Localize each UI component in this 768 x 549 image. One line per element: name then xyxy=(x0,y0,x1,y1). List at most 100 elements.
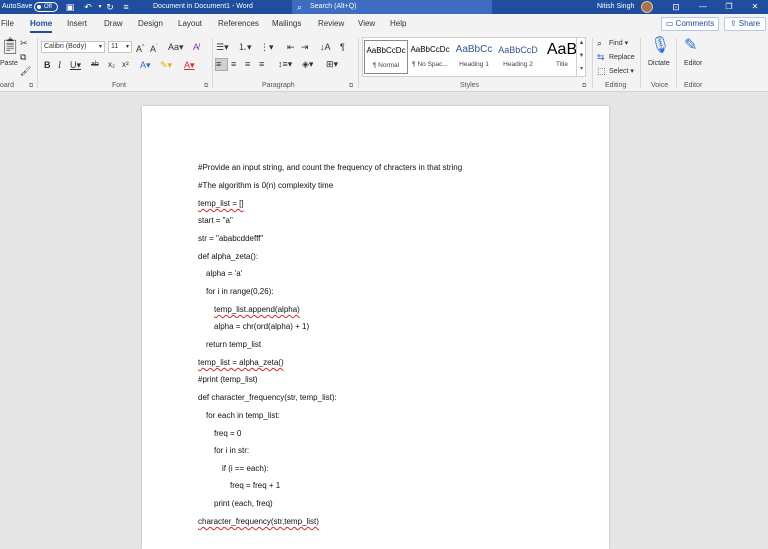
subscript-icon[interactable]: x₂ xyxy=(108,59,115,71)
sort-icon[interactable]: ↓A xyxy=(320,41,331,53)
find-icon[interactable]: ⌕ xyxy=(597,37,602,49)
document-line[interactable]: character_frequency(str,temp_list) xyxy=(198,517,319,527)
font-color-icon[interactable]: A▾ xyxy=(184,59,195,71)
microphone-icon[interactable]: 🎙︎ xyxy=(650,37,670,55)
align-center-icon[interactable]: ≡ xyxy=(231,58,236,70)
styles-scroll[interactable]: ▲ ▼ ▾ xyxy=(576,37,586,77)
user-name[interactable]: Nitish Singh xyxy=(597,2,634,12)
document-line[interactable]: alpha = chr(ord(alpha) + 1) xyxy=(214,322,309,332)
superscript-icon[interactable]: x² xyxy=(122,59,129,71)
more-styles-icon[interactable]: ▾ xyxy=(577,63,586,76)
close-icon[interactable]: ✕ xyxy=(740,0,768,14)
bullets-icon[interactable]: ☰▾ xyxy=(216,41,229,53)
tab-design[interactable]: Design xyxy=(138,19,163,29)
comments-button[interactable]: ▭ Comments xyxy=(661,17,719,31)
numbering-icon[interactable]: ⒈▾ xyxy=(238,41,252,53)
increase-indent-icon[interactable]: ⇥ xyxy=(301,41,309,53)
paste-icon[interactable]: 📋︎ xyxy=(0,38,20,56)
tab-mailings[interactable]: Mailings xyxy=(272,19,301,29)
align-left-icon[interactable]: ≡ xyxy=(216,58,221,70)
editor-icon[interactable]: ✎ xyxy=(684,37,697,55)
strikethrough-icon[interactable]: ab xyxy=(91,59,99,71)
borders-icon[interactable]: ⊞▾ xyxy=(326,58,338,70)
document-line[interactable]: print (each, freq) xyxy=(214,499,273,509)
italic-icon[interactable]: I xyxy=(58,59,61,71)
decrease-indent-icon[interactable]: ⇤ xyxy=(287,41,295,53)
select-label[interactable]: Select ▾ xyxy=(609,67,634,76)
font-size-select[interactable]: 11 ▾ xyxy=(108,41,132,53)
redo-icon[interactable]: ↻ xyxy=(104,1,116,13)
share-button[interactable]: ⇪ Share xyxy=(724,17,766,31)
document-line[interactable]: freq = 0 xyxy=(214,429,241,439)
document-line[interactable]: alpha = 'a' xyxy=(206,269,242,279)
styles-launcher-icon[interactable]: ⧉ xyxy=(582,82,586,90)
font-name-select[interactable]: Calibri (Body) ▾ xyxy=(41,41,105,53)
highlight-color-icon[interactable]: ✎▾ xyxy=(160,59,172,71)
tab-insert[interactable]: Insert xyxy=(67,19,87,29)
document-line[interactable]: for each in temp_list: xyxy=(206,411,280,421)
tab-file[interactable]: File xyxy=(1,19,14,29)
undo-icon[interactable]: ↶ xyxy=(82,1,94,13)
document-line[interactable]: start = "a" xyxy=(198,216,233,226)
chevron-up-icon[interactable]: ▲ xyxy=(577,37,586,50)
document-line[interactable]: str = "ababcddefff" xyxy=(198,234,263,244)
shading-icon[interactable]: ◈▾ xyxy=(302,58,313,70)
paragraph-launcher-icon[interactable]: ⧉ xyxy=(349,82,353,90)
tab-references[interactable]: References xyxy=(218,19,259,29)
document-line[interactable]: temp_list = [] xyxy=(198,199,244,209)
find-label[interactable]: Find ▾ xyxy=(609,39,628,48)
replace-label[interactable]: Replace xyxy=(609,53,635,62)
editor-label[interactable]: Editor xyxy=(684,59,702,68)
document-line[interactable]: temp_list.append(alpha) xyxy=(214,305,300,315)
tab-help[interactable]: Help xyxy=(390,19,406,29)
document-line[interactable]: temp_list = alpha_zeta() xyxy=(198,358,284,368)
align-right-icon[interactable]: ≡ xyxy=(245,58,250,70)
document-line[interactable]: #print (temp_list) xyxy=(198,375,258,385)
document-page[interactable]: #Provide an input string, and count the … xyxy=(142,106,609,549)
document-line[interactable]: for i in range(0,26): xyxy=(206,287,274,297)
save-icon[interactable]: ▣ xyxy=(64,1,76,13)
change-case-icon[interactable]: Aa▾ xyxy=(168,41,184,53)
style-normal[interactable]: AaBbCcDc ¶ Normal xyxy=(364,40,408,74)
tab-layout[interactable]: Layout xyxy=(178,19,202,29)
bold-icon[interactable]: B xyxy=(44,59,51,71)
format-painter-icon[interactable]: 🖌︎ xyxy=(20,65,31,77)
avatar[interactable] xyxy=(641,1,653,13)
paste-label[interactable]: Paste xyxy=(0,59,18,68)
document-line[interactable]: #The algorithm is 0(n) complexity time xyxy=(198,181,333,191)
shrink-font-icon[interactable]: Aˇ xyxy=(150,41,158,55)
text-effects-icon[interactable]: A▾ xyxy=(140,59,151,71)
font-launcher-icon[interactable]: ⧉ xyxy=(204,82,208,90)
select-icon[interactable]: ⬚ xyxy=(597,65,606,77)
grow-font-icon[interactable]: A^ xyxy=(136,41,144,55)
ribbon-display-options-icon[interactable]: ⊡ xyxy=(670,1,682,13)
document-line[interactable]: #Provide an input string, and count the … xyxy=(198,163,462,173)
clipboard-launcher-icon[interactable]: ⧉ xyxy=(29,82,33,90)
justify-icon[interactable]: ≡ xyxy=(259,58,264,70)
underline-icon[interactable]: U▾ xyxy=(70,59,81,71)
cut-icon[interactable]: ✂ xyxy=(20,37,28,49)
style-no-spacing[interactable]: AaBbCcDc ¶ No Spac... xyxy=(408,40,452,74)
document-line[interactable]: freq = freq + 1 xyxy=(230,481,280,491)
search-box[interactable]: ⌕ Search (Alt+Q) xyxy=(292,0,492,14)
style-heading-1[interactable]: AaBbCc Heading 1 xyxy=(452,40,496,74)
document-line[interactable]: def character_frequency(str, temp_list): xyxy=(198,393,337,403)
copy-icon[interactable]: ⧉ xyxy=(20,51,26,63)
customize-toolbar-icon[interactable]: ≡ xyxy=(120,1,132,13)
tab-view[interactable]: View xyxy=(358,19,375,29)
tab-draw[interactable]: Draw xyxy=(104,19,123,29)
line-spacing-icon[interactable]: ↕≡▾ xyxy=(278,58,292,70)
document-line[interactable]: return temp_list xyxy=(206,340,261,350)
show-formatting-icon[interactable]: ¶ xyxy=(340,41,345,53)
tab-home[interactable]: Home xyxy=(30,19,52,29)
chevron-down-icon[interactable]: ▼ xyxy=(577,50,586,63)
dictate-label[interactable]: Dictate xyxy=(648,59,670,68)
autosave-toggle[interactable]: Off xyxy=(34,2,58,12)
style-heading-2[interactable]: AaBbCcD Heading 2 xyxy=(496,40,540,74)
tab-review[interactable]: Review xyxy=(318,19,344,29)
multilevel-list-icon[interactable]: ⋮▾ xyxy=(260,41,274,53)
document-line[interactable]: for i in str: xyxy=(214,446,249,456)
replace-icon[interactable]: ⇆ xyxy=(597,51,605,63)
document-line[interactable]: def alpha_zeta(): xyxy=(198,252,258,262)
clear-formatting-icon[interactable]: A̸ xyxy=(193,41,199,53)
